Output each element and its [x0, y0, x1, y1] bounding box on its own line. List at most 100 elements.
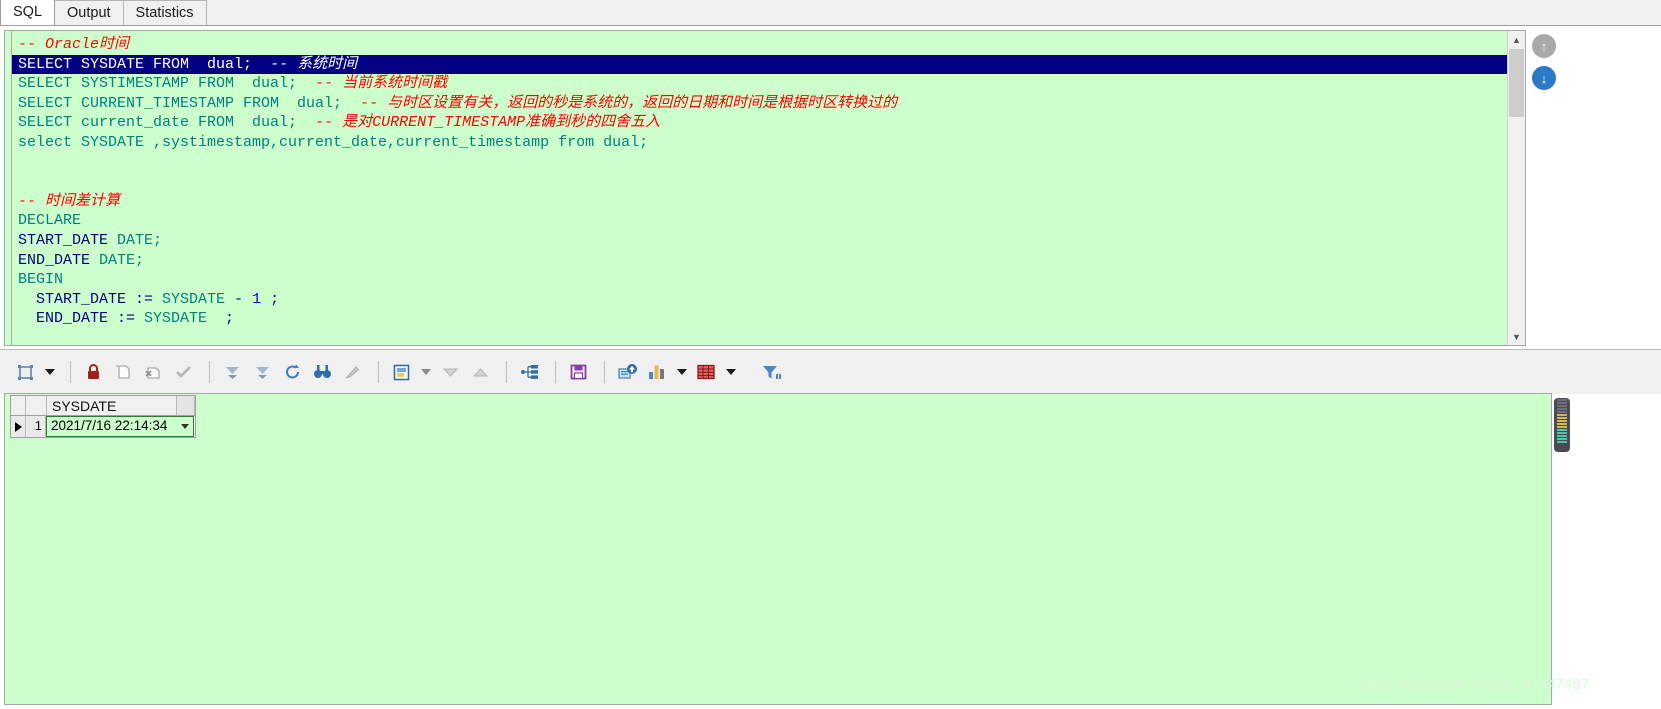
collapse-icon	[437, 359, 464, 386]
code-token: ;	[261, 290, 280, 308]
new-record-icon	[110, 359, 137, 386]
code-token: DATE;	[99, 251, 145, 269]
export-file-icon[interactable]	[614, 359, 641, 386]
code-token: ;	[207, 310, 235, 328]
code-token: SYSDATE	[144, 310, 208, 328]
tab-sql[interactable]: SQL	[0, 0, 56, 25]
tab-output[interactable]: Output	[54, 0, 124, 25]
editor-nav-buttons: ↑ ↓	[1532, 34, 1572, 98]
code-token: START_DATE :=	[18, 290, 163, 308]
code-line[interactable]: BEGIN	[12, 270, 1507, 290]
first-record-icon[interactable]	[219, 359, 246, 386]
commit-structure-dropdown[interactable]	[42, 359, 57, 386]
code-line[interactable]: -- Oracle时间	[12, 35, 1507, 55]
last-record-icon[interactable]	[249, 359, 276, 386]
result-grid[interactable]: SYSDATE 1 2021/7/16 22:14:34	[10, 395, 196, 438]
grid-corner-cell[interactable]	[11, 396, 26, 415]
lock-icon[interactable]	[80, 359, 107, 386]
chevron-down-icon	[420, 369, 431, 375]
toolbar-separator	[604, 361, 605, 383]
cell-sysdate[interactable]: 2021/7/16 22:14:34	[46, 416, 194, 437]
chart-dropdown[interactable]	[674, 359, 689, 386]
toolbar-separator	[506, 361, 507, 383]
commit-structure-icon[interactable]	[12, 359, 39, 386]
sql-editor[interactable]: -- Oracle时间 SELECT SYSDATE FROM dual; -- …	[4, 30, 1526, 346]
expand-icon	[467, 359, 494, 386]
code-line[interactable]: SELECT current_date FROM dual; -- 是对CURR…	[12, 113, 1507, 133]
code-line[interactable]	[12, 172, 1507, 192]
chevron-down-icon	[44, 369, 55, 375]
sql-code-area[interactable]: -- Oracle时间 SELECT SYSDATE FROM dual; -- …	[12, 31, 1507, 345]
code-token: -- 时间差计算	[18, 192, 121, 210]
watermark-text: https://blog.csdn.net/qq_47647487	[1358, 676, 1589, 693]
code-line[interactable]: -- 时间差计算	[12, 192, 1507, 212]
code-token: SELECT SYSDATE FROM dual;	[18, 55, 253, 73]
clear-filter-icon	[339, 359, 366, 386]
scroll-up-arrow-icon[interactable]: ▲	[1508, 31, 1525, 48]
code-line[interactable]: DECLARE	[12, 211, 1507, 231]
cell-dropdown-icon[interactable]	[181, 424, 189, 429]
code-line[interactable]: START_DATE := SYSDATE - 1 ;	[12, 290, 1507, 310]
chevron-down-icon	[676, 369, 687, 375]
scroll-to-next-statement-button[interactable]: ↓	[1532, 66, 1556, 90]
code-line[interactable]: select SYSDATE ,systimestamp,current_dat…	[12, 133, 1507, 153]
grid-column-header-sysdate[interactable]: SYSDATE	[47, 396, 195, 415]
code-token: DATE;	[117, 231, 163, 249]
scroll-down-arrow-icon[interactable]: ▼	[1508, 328, 1525, 345]
find-icon[interactable]	[309, 359, 336, 386]
code-token: BEGIN	[18, 271, 64, 289]
table-row[interactable]: 1 2021/7/16 22:14:34	[10, 416, 196, 438]
row-marker	[11, 416, 26, 437]
code-token: 1	[252, 290, 262, 308]
cell-value: 2021/7/16 22:14:34	[51, 418, 168, 433]
code-token: SELECT current_date FROM dual;	[18, 114, 298, 132]
code-token: -- 是对CURRENT_TIMESTAMP准确到秒的四舍五入	[315, 114, 661, 132]
save-icon[interactable]	[565, 359, 592, 386]
export-data-icon[interactable]	[388, 359, 415, 386]
chevron-down-icon	[725, 369, 736, 375]
code-line[interactable]: SELECT SYSTIMESTAMP FROM dual; -- 当前系统时间…	[12, 74, 1507, 94]
editor-vertical-scrollbar[interactable]: ▲ ▼	[1507, 31, 1525, 345]
code-line[interactable]: END_DATE DATE;	[12, 251, 1507, 271]
scrollbar-thumb[interactable]	[1509, 49, 1524, 117]
code-token: -- 系统时间	[270, 55, 358, 73]
code-token: START_DATE	[18, 231, 118, 249]
code-token: DECLARE	[18, 212, 82, 230]
code-token: -- Oracle时间	[18, 36, 130, 53]
code-line[interactable]: SELECT CURRENT_TIMESTAMP FROM dual; -- 与…	[12, 94, 1507, 114]
code-line[interactable]: SELECT SYSDATE FROM dual; -- 系统时间	[12, 54, 1507, 75]
scroll-to-previous-statement-button[interactable]: ↑	[1532, 34, 1556, 58]
result-scrollbar-decoration[interactable]	[1554, 398, 1570, 452]
arrow-up-circle-icon: ↑	[1540, 38, 1548, 54]
delete-record-icon	[140, 359, 167, 386]
grid-dropdown[interactable]	[723, 359, 738, 386]
refresh-icon[interactable]	[279, 359, 306, 386]
column-header-label: SYSDATE	[52, 398, 117, 414]
code-token: SYSDATE	[162, 290, 235, 308]
export-data-dropdown[interactable]	[418, 359, 433, 386]
toolbar-separator	[378, 361, 379, 383]
grid-rownum-header	[26, 396, 47, 415]
grid-header-row: SYSDATE	[10, 395, 196, 416]
toolbar-separator	[70, 361, 71, 383]
filter-icon[interactable]	[758, 359, 785, 386]
tab-statistics[interactable]: Statistics	[122, 0, 207, 25]
toolbar-separator	[555, 361, 556, 383]
result-panel	[4, 393, 1552, 705]
grid-icon[interactable]	[693, 359, 720, 386]
column-resize-handle[interactable]	[176, 396, 194, 415]
link-tree-icon[interactable]	[516, 359, 543, 386]
code-token: END_DATE	[18, 251, 100, 269]
code-token: -- 与时区设置有关，返回的秒是系统的，返回的日期和时间是根据时区转换过的	[360, 94, 898, 112]
chart-icon[interactable]	[644, 359, 671, 386]
code-line[interactable]: START_DATE DATE;	[12, 231, 1507, 251]
current-row-arrow-icon	[14, 421, 22, 432]
code-line[interactable]	[12, 153, 1507, 173]
code-line[interactable]: END_DATE := SYSDATE ;	[12, 309, 1507, 329]
code-token: SELECT SYSTIMESTAMP FROM dual;	[18, 75, 298, 93]
post-edit-icon	[170, 359, 197, 386]
